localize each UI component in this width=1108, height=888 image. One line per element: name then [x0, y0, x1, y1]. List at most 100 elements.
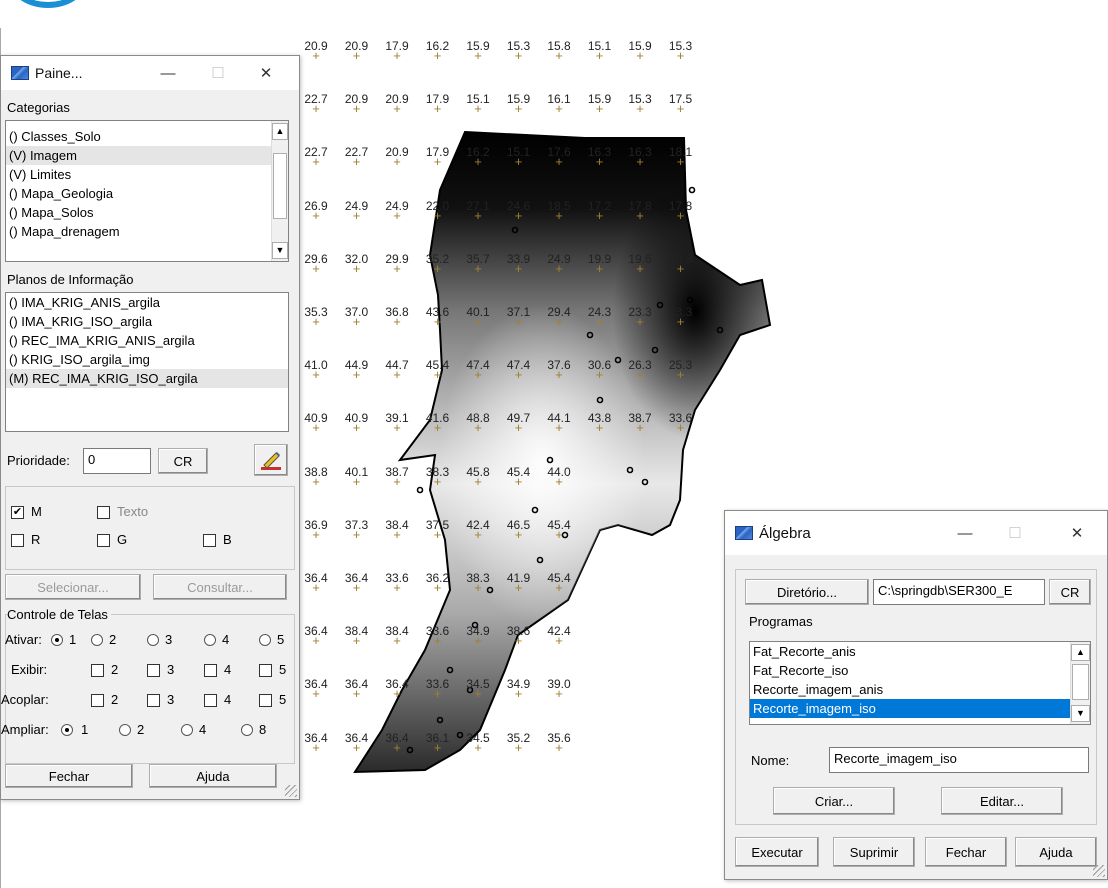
sample-point-marker: +: [555, 526, 563, 542]
acoplar-checkbox-2[interactable]: [91, 694, 104, 707]
checkbox-g[interactable]: [97, 534, 110, 547]
sample-point-marker: +: [433, 367, 442, 383]
minimize-icon[interactable]: —: [146, 56, 190, 90]
ampliar-radio-1[interactable]: [61, 724, 73, 736]
ativar-radio-4[interactable]: [204, 634, 216, 646]
diretorio-button[interactable]: Diretório...: [745, 579, 869, 605]
diretorio-cr-button[interactable]: CR: [1049, 579, 1091, 605]
fechar-button[interactable]: Fechar: [5, 764, 133, 788]
acoplar-checkbox-3[interactable]: [147, 694, 160, 707]
sample-point-marker: +: [433, 101, 442, 117]
scroll-thumb[interactable]: [273, 153, 287, 219]
resize-grip-icon[interactable]: [285, 785, 297, 797]
criar-button[interactable]: Criar...: [773, 787, 895, 815]
sample-point-marker: +: [393, 207, 401, 223]
list-item[interactable]: () IMA_KRIG_ANIS_argila: [6, 293, 288, 312]
resize-grip-icon[interactable]: [1093, 865, 1105, 877]
list-item[interactable]: () REC_IMA_KRIG_ANIS_argila: [6, 331, 288, 350]
list-item[interactable]: () Mapa_Solos: [6, 203, 288, 222]
sample-point-marker: +: [514, 580, 523, 595]
sample-point-marker: +: [595, 420, 604, 436]
list-item[interactable]: () IMA_KRIG_ISO_argila: [6, 312, 288, 331]
scroll-down-icon[interactable]: ▼: [272, 242, 288, 259]
nome-label: Nome:: [751, 753, 790, 768]
suprimir-button[interactable]: Suprimir: [833, 837, 915, 867]
ativar-radio-1[interactable]: [51, 634, 63, 646]
list-item[interactable]: Fat_Recorte_anis: [750, 642, 1090, 661]
ampliar-radio-8[interactable]: [241, 724, 253, 736]
ativar-radio-3[interactable]: [147, 634, 159, 646]
controle-telas-label: Controle de Telas: [7, 607, 111, 622]
checkbox-m[interactable]: ✔: [11, 506, 24, 519]
exibir-checkbox-2[interactable]: [91, 664, 104, 677]
sample-point-marker: +: [312, 48, 320, 63]
prioridade-input[interactable]: 0: [83, 448, 151, 474]
sample-point-marker: +: [514, 739, 523, 755]
nome-input[interactable]: Recorte_imagem_iso: [829, 747, 1089, 773]
minimize-icon[interactable]: —: [943, 511, 987, 555]
selecionar-button[interactable]: Selecionar...: [5, 574, 141, 600]
ampliar-radio-2[interactable]: [119, 724, 131, 736]
checkbox-r[interactable]: [11, 534, 24, 547]
checkbox-texto[interactable]: [97, 506, 110, 519]
sample-point-marker: +: [514, 314, 523, 329]
categorias-list[interactable]: () Classes_Solo (V) Imagem (V) Limites (…: [5, 120, 289, 262]
list-item[interactable]: Recorte_imagem_iso: [750, 699, 1090, 718]
sample-point-marker: +: [555, 633, 563, 649]
exibir-checkbox-4[interactable]: [204, 664, 217, 677]
exibir-checkbox-3[interactable]: [147, 664, 160, 677]
close-icon[interactable]: ✕: [244, 56, 288, 90]
ativar-radio-2[interactable]: [91, 634, 103, 646]
sample-point-marker: +: [474, 580, 482, 595]
programas-scrollbar[interactable]: ▲ ▼: [1070, 642, 1090, 724]
algebra-titlebar[interactable]: Álgebra — ☐ ✕: [725, 511, 1107, 555]
list-item[interactable]: Fat_Recorte_iso: [750, 661, 1090, 680]
list-item[interactable]: (M) REC_IMA_KRIG_ISO_argila: [6, 369, 288, 388]
sample-point-marker: +: [474, 473, 482, 489]
list-item[interactable]: (V) Imagem: [6, 146, 288, 165]
list-item[interactable]: () Mapa_Geologia: [6, 184, 288, 203]
scroll-up-icon[interactable]: ▲: [272, 123, 288, 140]
sample-point-marker: +: [393, 473, 401, 489]
diretorio-input[interactable]: C:\springdb\SER300_E: [873, 579, 1045, 605]
radio-label: 1: [81, 722, 89, 737]
list-item[interactable]: () Mapa_drenagem: [6, 222, 288, 241]
fechar-button[interactable]: Fechar: [925, 837, 1007, 867]
sample-point-marker: +: [595, 260, 604, 276]
list-item[interactable]: () Classes_Solo: [6, 127, 288, 146]
maximize-icon: ☐: [1008, 525, 1022, 542]
list-item[interactable]: () KRIG_ISO_argila_img: [6, 350, 288, 369]
acoplar-checkbox-5[interactable]: [259, 694, 272, 707]
categorias-scrollbar[interactable]: ▲ ▼: [271, 121, 288, 261]
checkbox-b[interactable]: [203, 534, 216, 547]
programas-list[interactable]: Fat_Recorte_anis Fat_Recorte_iso Recorte…: [749, 641, 1091, 725]
sample-point-marker: +: [352, 633, 361, 649]
list-item[interactable]: (V) Limites: [6, 165, 288, 184]
ajuda-button[interactable]: Ajuda: [1015, 837, 1097, 867]
sample-point-marker: +: [676, 207, 685, 223]
prioridade-cr-button[interactable]: CR: [158, 448, 208, 474]
ampliar-radio-4[interactable]: [181, 724, 193, 736]
editar-button[interactable]: Editar...: [941, 787, 1063, 815]
list-item[interactable]: Recorte_imagem_anis: [750, 680, 1090, 699]
color-picker-button[interactable]: [254, 444, 288, 476]
ajuda-button[interactable]: Ajuda: [149, 764, 277, 788]
planos-list[interactable]: () IMA_KRIG_ANIS_argila () IMA_KRIG_ISO_…: [5, 292, 289, 432]
radio-label: 5: [277, 632, 285, 647]
painel-titlebar[interactable]: Paine... — ☐ ✕: [1, 56, 299, 90]
display-options-group: [5, 486, 295, 570]
exibir-checkbox-5[interactable]: [259, 664, 272, 677]
spring-app-icon: [11, 66, 29, 80]
sample-point-marker: +: [555, 367, 563, 383]
consultar-button[interactable]: Consultar...: [153, 574, 287, 600]
sample-point-marker: +: [312, 154, 320, 170]
scroll-thumb[interactable]: [1072, 664, 1089, 700]
sample-point-marker: +: [514, 101, 523, 117]
sample-point-marker: +: [555, 101, 563, 117]
close-icon[interactable]: ✕: [1055, 511, 1099, 555]
acoplar-checkbox-4[interactable]: [204, 694, 217, 707]
executar-button[interactable]: Executar: [735, 837, 819, 867]
ativar-radio-5[interactable]: [259, 634, 271, 646]
scroll-up-icon[interactable]: ▲: [1071, 644, 1090, 661]
scroll-down-icon[interactable]: ▼: [1071, 705, 1090, 722]
